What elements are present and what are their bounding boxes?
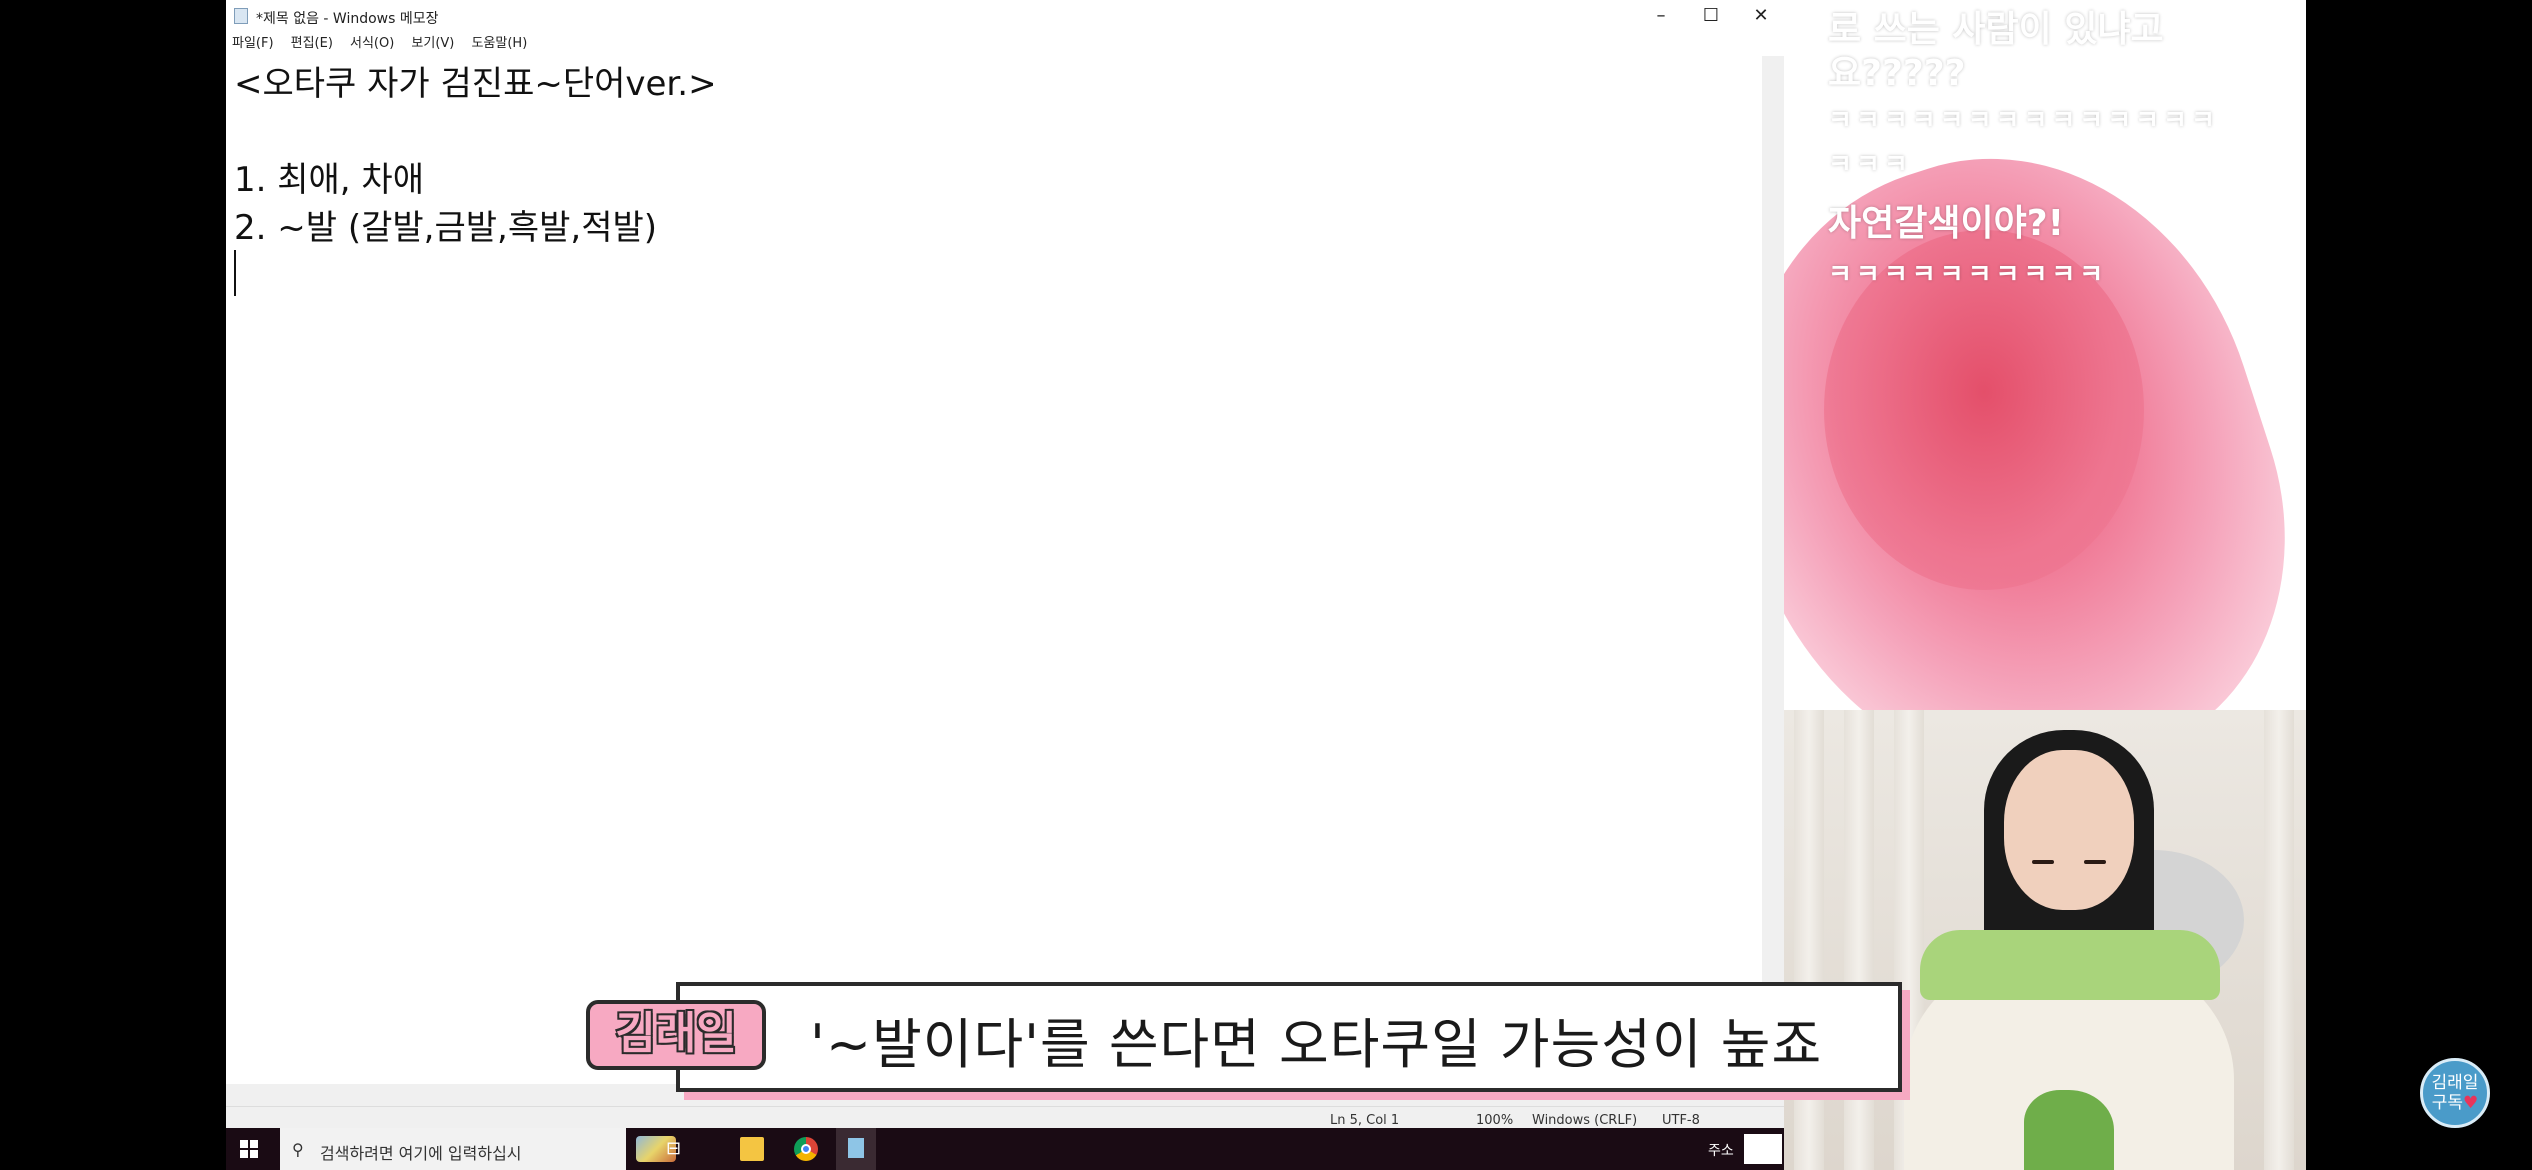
- menu-bar: 파일(F) 편집(E) 서식(O) 보기(V) 도움말(H): [226, 32, 1784, 56]
- minimize-button[interactable]: –: [1636, 0, 1686, 32]
- task-view-icon[interactable]: ⊟: [666, 1137, 690, 1161]
- taskbar-search-box[interactable]: ⚲ 검색하려면 여기에 입력하십시: [280, 1128, 676, 1170]
- text-caret: [234, 250, 236, 296]
- search-placeholder: 검색하려면 여기에 입력하십시: [320, 1144, 522, 1163]
- menu-edit[interactable]: 편집(E): [291, 32, 333, 56]
- curtain: [2264, 710, 2294, 1170]
- subscribe-badge[interactable]: 김래일 구독♥: [2420, 1058, 2490, 1128]
- notepad-taskbar-icon[interactable]: [836, 1128, 876, 1170]
- notepad-app-icon: [234, 8, 248, 24]
- ime-indicator[interactable]: 주소: [1708, 1140, 1734, 1160]
- close-button[interactable]: ✕: [1736, 0, 1784, 32]
- curtain: [1794, 710, 1824, 1170]
- search-icon: ⚲: [292, 1140, 304, 1159]
- file-explorer-icon[interactable]: [740, 1137, 764, 1161]
- chat-message: ㅋㅋㅋ: [1828, 150, 1912, 180]
- notepad-window: *제목 없음 - Windows 메모장 – ☐ ✕ 파일(F) 편집(E) 서…: [226, 0, 1784, 1142]
- menu-file[interactable]: 파일(F): [232, 32, 274, 56]
- dinosaur-print: [2024, 1090, 2114, 1170]
- text-line: 2. ~발 (갈발,금발,흑발,적발): [234, 208, 658, 248]
- show-desktop-button[interactable]: [1744, 1134, 1782, 1164]
- text-line: <오타쿠 자가 검진표~단어ver.>: [234, 64, 717, 104]
- taskbar: ⚲ 검색하려면 여기에 입력하십시 ⊟ 주소: [226, 1128, 1784, 1170]
- maximize-button[interactable]: ☐: [1686, 0, 1736, 32]
- chrome-icon[interactable]: [794, 1137, 818, 1161]
- zoom-level: 100%: [1476, 1113, 1514, 1128]
- badge-subscribe-label: 구독♥: [2431, 1093, 2479, 1113]
- webcam-feed: [1784, 710, 2306, 1170]
- menu-format[interactable]: 서식(O): [350, 32, 394, 56]
- speaker-name-tag: 김래일: [586, 1000, 766, 1070]
- person-face: [2004, 750, 2134, 910]
- line-ending: Windows (CRLF): [1532, 1113, 1638, 1128]
- curtain: [1844, 710, 1874, 1170]
- text-line: 1. 최애, 차애: [234, 160, 424, 200]
- encoding: UTF-8: [1662, 1113, 1700, 1128]
- chat-overlay: 로 쓰는 사람이 있냐고 요????? ㅋㅋㅋㅋㅋㅋㅋㅋㅋㅋㅋㅋㅋㅋ ㅋㅋㅋ 자…: [1784, 0, 2306, 710]
- badge-channel-name: 김래일: [2431, 1073, 2479, 1093]
- vertical-scrollbar[interactable]: [1762, 56, 1784, 1086]
- title-bar[interactable]: *제목 없음 - Windows 메모장 – ☐ ✕: [226, 0, 1784, 32]
- chat-message: 자연갈색이야?!: [1828, 203, 2065, 244]
- menu-help[interactable]: 도움말(H): [471, 32, 527, 56]
- menu-view[interactable]: 보기(V): [411, 32, 454, 56]
- chat-message: ㅋㅋㅋㅋㅋㅋㅋㅋㅋㅋ: [1828, 260, 2108, 290]
- text-line: ​: [234, 108, 1734, 156]
- chat-message: ㅋㅋㅋㅋㅋㅋㅋㅋㅋㅋㅋㅋㅋㅋ: [1828, 106, 2219, 136]
- text-editor[interactable]: <오타쿠 자가 검진표~단어ver.>​1. 최애, 차애 2. ~발 (갈발,금…: [234, 60, 1734, 1080]
- cursor-position: Ln 5, Col 1: [1330, 1113, 1400, 1128]
- chat-message: 요?????: [1828, 53, 1966, 94]
- windows-start-icon[interactable]: [240, 1140, 258, 1158]
- subtitle-text: '~발이다'를 쓴다면 오타쿠일 가능성이 높죠: [810, 1013, 1823, 1076]
- hoodie-hood: [1920, 930, 2220, 1000]
- window-title: *제목 없음 - Windows 메모장: [256, 11, 439, 27]
